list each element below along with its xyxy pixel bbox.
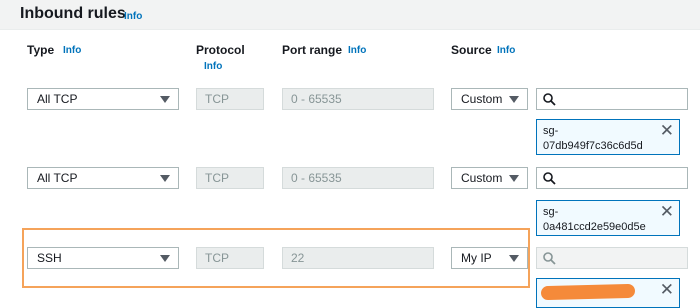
title-info-link[interactable]: Info (124, 11, 142, 22)
caret-down-icon (509, 96, 519, 103)
source-search-input-row2[interactable] (536, 167, 688, 189)
col-protocol-label: Protocol (196, 43, 245, 57)
search-icon (543, 252, 556, 265)
source-info-link[interactable]: Info (497, 45, 515, 56)
protocol-field-row2: TCP (196, 167, 264, 189)
close-icon[interactable]: ✕ (660, 122, 674, 139)
close-icon[interactable]: ✕ (660, 281, 674, 298)
token-text-line2: 07db949f7c36c6d5d (543, 140, 643, 152)
type-info-link[interactable]: Info (63, 45, 81, 56)
port-range-field-row2: 0 - 65535 (282, 167, 434, 189)
port-range-info-link[interactable]: Info (348, 45, 366, 56)
search-icon (543, 93, 556, 106)
protocol-info-link[interactable]: Info (204, 61, 222, 72)
token-text-line1: sg- (543, 206, 559, 218)
source-select-row1[interactable]: Custom (451, 88, 528, 110)
source-select-value: Custom (461, 92, 503, 106)
caret-down-icon (160, 96, 170, 103)
source-search-input-row3[interactable] (536, 247, 688, 269)
port-range-field-row1: 0 - 65535 (282, 88, 434, 110)
col-source-label: Source (451, 43, 492, 57)
caret-down-icon (160, 175, 170, 182)
type-select-value: All TCP (37, 171, 78, 185)
source-search-input-row1[interactable] (536, 88, 688, 110)
col-type-label: Type (27, 43, 55, 57)
protocol-field-row1: TCP (196, 88, 264, 110)
type-select-row2[interactable]: All TCP (27, 167, 179, 189)
type-select-row1[interactable]: All TCP (27, 88, 179, 110)
redaction-scribble (540, 283, 636, 301)
col-port-range-label: Port range (282, 43, 343, 57)
type-select-value: All TCP (37, 92, 78, 106)
close-icon[interactable]: ✕ (660, 203, 674, 220)
source-token-row1: sg- 07db949f7c36c6d5d ✕ (536, 119, 680, 155)
token-text-line2: 0a481ccd2e59e0d5e (543, 221, 646, 233)
caret-down-icon (509, 175, 519, 182)
panel-title: Inbound rules (20, 5, 126, 22)
source-token-row2: sg- 0a481ccd2e59e0d5e ✕ (536, 200, 680, 236)
search-icon (543, 172, 556, 185)
token-text-line1: sg- (543, 125, 559, 137)
highlight-box (22, 228, 530, 288)
source-select-value: Custom (461, 171, 503, 185)
source-select-row2[interactable]: Custom (451, 167, 528, 189)
